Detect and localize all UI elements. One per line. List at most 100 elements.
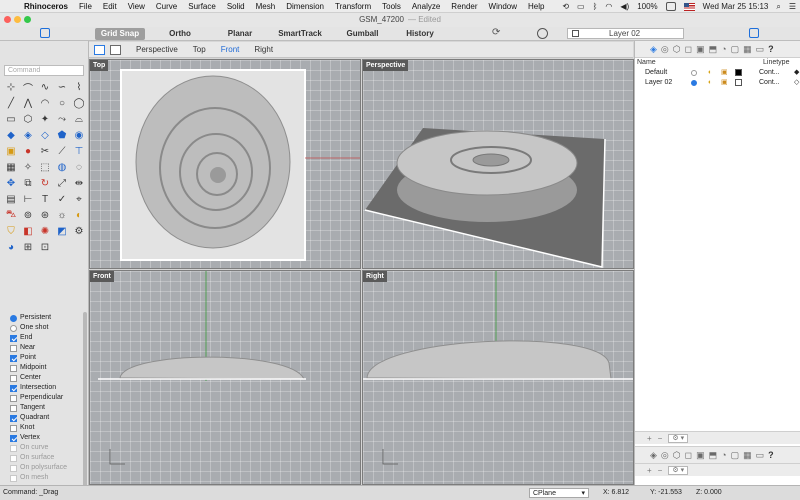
sun-light-icon[interactable]: ☼ bbox=[54, 208, 70, 223]
minimize-window-button[interactable] bbox=[14, 16, 21, 23]
layer-linetype[interactable]: Cont... bbox=[759, 78, 780, 88]
color-wheel-icon[interactable]: ✺ bbox=[37, 224, 53, 239]
check-tool-icon[interactable]: ✓ bbox=[54, 192, 70, 207]
osnap-on-polysurface[interactable]: On polysurface bbox=[10, 463, 67, 473]
grid-snap-button[interactable]: Grid Snap bbox=[95, 28, 145, 40]
viewport-perspective[interactable]: Perspective bbox=[362, 59, 634, 269]
checkbox[interactable] bbox=[10, 364, 17, 372]
osnap-on-mesh[interactable]: On mesh bbox=[10, 473, 67, 483]
tab-perspective[interactable]: Perspective bbox=[136, 45, 178, 54]
cplane-tool-icon[interactable]: ⊞ bbox=[20, 240, 36, 255]
camera-tab-icon[interactable]: ▣ bbox=[696, 450, 705, 461]
split-tool-icon[interactable]: ⟋ bbox=[54, 144, 70, 159]
solid-sphere-icon[interactable]: ● bbox=[20, 144, 36, 159]
single-view-layout-icon[interactable] bbox=[110, 44, 121, 55]
lock-icon[interactable]: ▣ bbox=[721, 78, 728, 88]
osnap-perpendicular[interactable]: Perpendicular bbox=[10, 393, 67, 403]
notification-center-icon[interactable]: ☰ bbox=[789, 2, 796, 11]
tab-right[interactable]: Right bbox=[254, 45, 273, 54]
properties-tab-icon[interactable]: ◎ bbox=[661, 450, 669, 461]
checkbox[interactable] bbox=[10, 354, 17, 362]
osnap-vertex[interactable]: Vertex bbox=[10, 433, 67, 443]
solid-box-icon[interactable]: ▣ bbox=[3, 144, 19, 159]
visibility-tool-icon[interactable]: ⊚ bbox=[20, 208, 36, 223]
lights-tab-icon[interactable]: ◻ bbox=[685, 44, 692, 55]
radio-button[interactable] bbox=[10, 314, 17, 322]
menu-solid[interactable]: Solid bbox=[227, 2, 245, 11]
input-source-flag-icon[interactable] bbox=[683, 2, 695, 11]
checkbox[interactable] bbox=[10, 444, 17, 452]
current-layer-selector[interactable]: Layer 02 bbox=[567, 28, 684, 39]
globe-tool-icon[interactable]: ◕ bbox=[3, 240, 19, 255]
osnap-center[interactable]: Center bbox=[10, 373, 67, 383]
display-tab-icon[interactable]: ▢ bbox=[731, 450, 740, 461]
light-bulb-icon[interactable]: ◐ bbox=[708, 78, 712, 88]
surface-revolve-icon[interactable]: ◉ bbox=[71, 128, 87, 143]
analyze-tool-icon[interactable]: ⌖ bbox=[71, 192, 87, 207]
menu-tools[interactable]: Tools bbox=[382, 2, 401, 11]
menu-view[interactable]: View bbox=[128, 2, 145, 11]
help-tab-icon[interactable]: ◔ bbox=[721, 44, 726, 54]
curve-fillet-icon[interactable]: ⌓ bbox=[71, 112, 87, 127]
layer-color-swatch[interactable] bbox=[735, 69, 742, 76]
layers-tab-icon[interactable]: ◈ bbox=[650, 44, 657, 55]
clock[interactable]: Wed Mar 25 15:13 bbox=[703, 2, 769, 11]
transform-move-icon[interactable]: ✥ bbox=[3, 176, 19, 191]
viewport-top[interactable]: Top bbox=[89, 59, 361, 269]
filter-icon[interactable] bbox=[537, 28, 548, 39]
render-setup-icon[interactable]: ⊛ bbox=[37, 208, 53, 223]
checkbox[interactable] bbox=[10, 414, 17, 422]
surface-extrude-icon[interactable]: ◇ bbox=[37, 128, 53, 143]
surface-edge-icon[interactable]: ◈ bbox=[20, 128, 36, 143]
options-tool-icon[interactable]: ⚙ bbox=[71, 224, 87, 239]
join-tool-icon[interactable]: ⊤ bbox=[71, 144, 87, 159]
checkbox[interactable] bbox=[10, 434, 17, 442]
light-bulb-icon[interactable]: ◐ bbox=[708, 68, 712, 78]
battery-level[interactable]: 100% bbox=[637, 2, 657, 11]
surface-loft-icon[interactable]: ⬟ bbox=[54, 128, 70, 143]
search-icon[interactable]: ⌕ bbox=[776, 2, 780, 12]
layer-row[interactable]: Default ◐ ▣ Cont... ◆ bbox=[635, 68, 800, 78]
lights-tab-icon[interactable]: ◻ bbox=[685, 450, 692, 461]
layers-tab-icon[interactable]: ◈ bbox=[650, 450, 657, 461]
circle-tool-icon[interactable]: ○ bbox=[54, 96, 70, 111]
menu-mesh[interactable]: Mesh bbox=[256, 2, 276, 11]
osnap-midpoint[interactable]: Midpoint bbox=[10, 363, 67, 373]
menu-dimension[interactable]: Dimension bbox=[286, 2, 324, 11]
menu-rhinoceros[interactable]: Rhinoceros bbox=[24, 2, 68, 11]
checkbox[interactable] bbox=[10, 344, 17, 352]
menu-window[interactable]: Window bbox=[489, 2, 517, 11]
gumball-button[interactable]: Gumball bbox=[340, 28, 385, 40]
named-view-icon[interactable]: ⊡ bbox=[37, 240, 53, 255]
checkbox[interactable] bbox=[10, 404, 17, 412]
print-color-icon[interactable]: ◇ bbox=[794, 78, 799, 88]
settings-tab-icon[interactable]: ▦ bbox=[743, 44, 752, 55]
polyline-tool2-icon[interactable]: ⋀ bbox=[20, 96, 36, 111]
polygon-tool-icon[interactable]: ⬡ bbox=[20, 112, 36, 127]
tab-front[interactable]: Front bbox=[221, 45, 240, 54]
menu-transform[interactable]: Transform bbox=[335, 2, 371, 11]
osnap-scrollbar[interactable] bbox=[83, 312, 87, 492]
checkbox[interactable] bbox=[10, 454, 17, 462]
checkbox[interactable] bbox=[10, 334, 17, 342]
trim-tool-icon[interactable]: ✂ bbox=[37, 144, 53, 159]
polyline-tool-icon[interactable]: ⌒ bbox=[20, 80, 36, 95]
osnap-tangent[interactable]: Tangent bbox=[10, 403, 67, 413]
osnap-point[interactable]: Point bbox=[10, 353, 67, 363]
zoom-window-button[interactable] bbox=[24, 16, 31, 23]
four-view-layout-icon[interactable] bbox=[94, 44, 105, 55]
layer-row[interactable]: Layer 02 ◐ ▣ Cont... ◇ bbox=[635, 78, 800, 88]
camera-tab-icon[interactable]: ▣ bbox=[696, 44, 705, 55]
viewport-front[interactable]: Front bbox=[89, 270, 361, 485]
add-layer-icon[interactable]: + bbox=[647, 466, 652, 475]
viewport-right[interactable]: Right bbox=[362, 270, 634, 485]
checkbox[interactable] bbox=[10, 374, 17, 382]
layer-linetype[interactable]: Cont... bbox=[759, 68, 780, 78]
environment-icon[interactable]: ◩ bbox=[54, 224, 70, 239]
transform-copy-icon[interactable]: ⧉ bbox=[20, 176, 36, 191]
print-color-icon[interactable]: ◆ bbox=[794, 68, 799, 78]
osnap-end[interactable]: End bbox=[10, 333, 67, 343]
transform-mirror-icon[interactable]: ⇹ bbox=[71, 176, 87, 191]
battery-icon[interactable] bbox=[665, 2, 676, 11]
properties-tab-icon[interactable]: ◎ bbox=[661, 44, 669, 55]
